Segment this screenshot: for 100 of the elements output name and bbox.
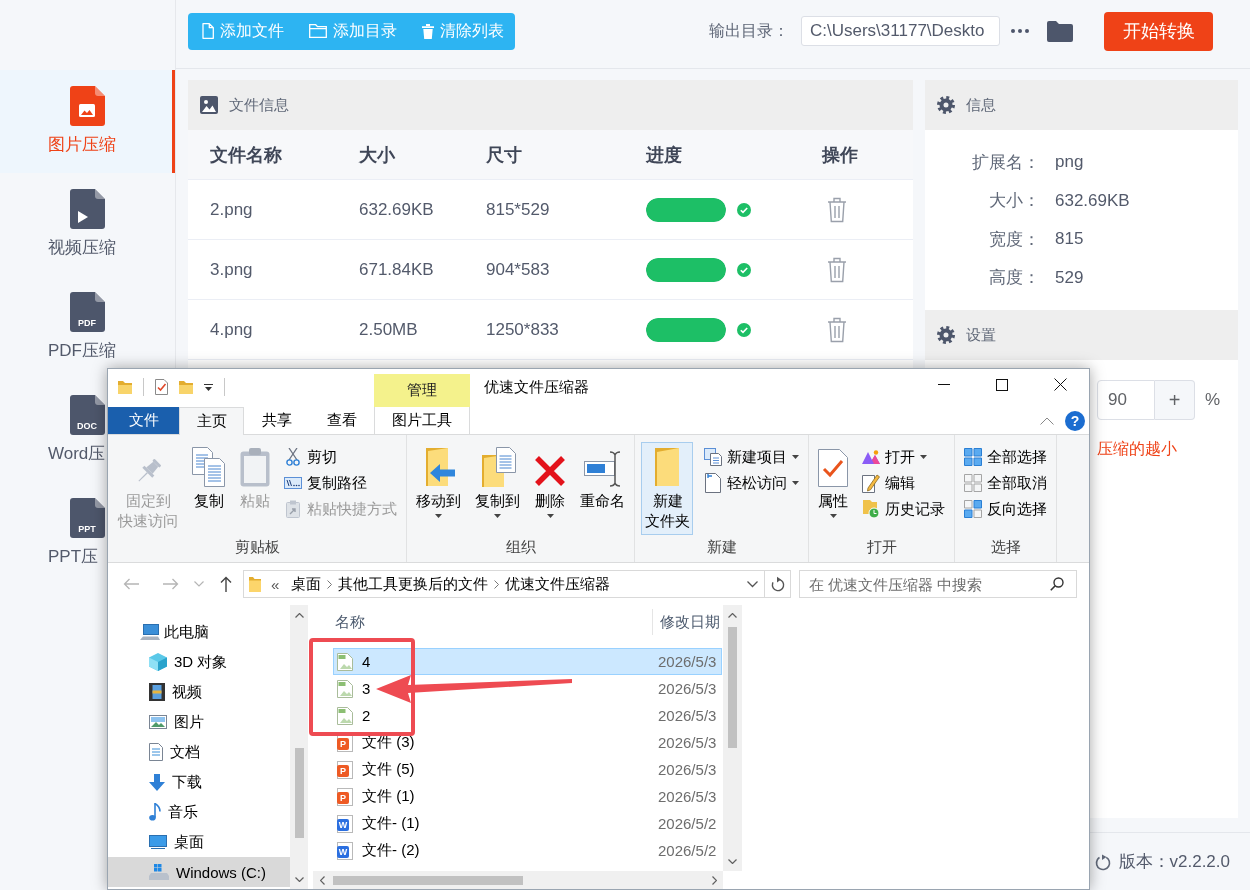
- history-button[interactable]: 历史记录: [859, 496, 948, 522]
- start-button[interactable]: 开始转换: [1104, 11, 1213, 51]
- address-bar[interactable]: « 桌面 其他工具更换后的文件 优速文件压缩器: [243, 570, 765, 598]
- check-document-icon[interactable]: [155, 379, 168, 395]
- documents-icon: [704, 448, 722, 466]
- chevron-right-icon[interactable]: [494, 579, 500, 589]
- chevron-down-icon[interactable]: [747, 580, 758, 588]
- sidebar-item[interactable]: PDF PDF压缩: [0, 276, 116, 379]
- ribbon-tab[interactable]: 查看: [309, 407, 374, 434]
- file-row[interactable]: 2 2026/5/3: [333, 702, 722, 729]
- output-label: 输出目录：: [709, 20, 789, 41]
- forward-arrow-icon[interactable]: [163, 578, 179, 590]
- maximize-icon: [996, 378, 1008, 391]
- table-cell-text: 632.69KB: [359, 199, 435, 220]
- scrollbar-thumb[interactable]: [294, 748, 304, 838]
- scrollbar-thumb[interactable]: [333, 875, 523, 885]
- increase-button[interactable]: +: [1155, 380, 1195, 420]
- sidebar-item[interactable]: 图片压缩: [0, 70, 175, 173]
- clipboard-icon: [240, 447, 270, 487]
- scrollbar[interactable]: [313, 871, 723, 889]
- ribbon-tab[interactable]: 主页: [179, 407, 244, 435]
- caret-up-icon: [728, 612, 737, 618]
- ribbon-group-label: 新建: [705, 537, 738, 557]
- select-all-button[interactable]: 全部选择: [961, 444, 1050, 470]
- breadcrumb-overflow[interactable]: «: [261, 575, 286, 593]
- trash-icon[interactable]: [827, 256, 847, 283]
- music-note-icon: [149, 803, 161, 821]
- search-field[interactable]: 在 优速文件压缩器 中搜索: [799, 570, 1077, 598]
- labeled-file-icon: PDF: [70, 292, 105, 332]
- film-icon: [149, 683, 165, 701]
- path-icon: [284, 477, 302, 489]
- caret-down-icon[interactable]: [204, 383, 213, 391]
- copy-button[interactable]: 复制: [189, 442, 229, 515]
- trash-icon[interactable]: [827, 196, 847, 223]
- breadcrumb[interactable]: 优速文件压缩器: [499, 574, 617, 594]
- field-label: 宽度：: [988, 228, 1040, 251]
- scrollbar[interactable]: [723, 605, 742, 871]
- file-row[interactable]: P 文件 (3) 2026/5/3: [333, 729, 722, 756]
- file-row[interactable]: P 文件 (1) 2026/5/3: [333, 783, 722, 810]
- ribbon-group-label: 打开: [865, 537, 898, 557]
- nav-item[interactable]: Windows (C:): [108, 857, 290, 887]
- cut-button[interactable]: 剪切: [281, 444, 400, 470]
- file-row[interactable]: W 文件- (1) 2026/5/2: [333, 810, 722, 837]
- file-row[interactable]: W 文件- (2) 2026/5/2: [333, 837, 722, 864]
- chevron-right-icon[interactable]: [327, 579, 333, 589]
- output-path-field[interactable]: C:\Users\31177\Deskto: [801, 16, 1000, 46]
- panel-title: 信息: [966, 95, 996, 115]
- refresh-button[interactable]: [765, 570, 791, 598]
- nav-item[interactable]: 桌面: [108, 827, 290, 857]
- copy-to-button[interactable]: 复制到: [472, 442, 523, 522]
- select-none-button[interactable]: 全部取消: [961, 470, 1050, 496]
- move-to-button[interactable]: 移动到: [413, 442, 464, 522]
- nav-item[interactable]: 文档: [108, 737, 290, 767]
- modified-date: 2026/5/3: [658, 680, 718, 697]
- copy-path-button[interactable]: 复制路径: [281, 470, 400, 496]
- nav-item[interactable]: 此电脑: [108, 617, 290, 647]
- breadcrumb[interactable]: 桌面: [285, 574, 328, 594]
- gear-icon: [937, 326, 955, 344]
- file-row[interactable]: 4 2026/5/3: [333, 648, 722, 675]
- back-arrow-icon[interactable]: [123, 578, 139, 590]
- new-item-button[interactable]: 新建项目: [701, 444, 802, 470]
- rename-button[interactable]: 重命名: [577, 442, 628, 515]
- delete-button[interactable]: 删除: [531, 442, 569, 522]
- easy-access-button[interactable]: 轻松访问: [701, 470, 802, 496]
- nav-item[interactable]: 下载: [108, 767, 290, 797]
- ribbon-tab[interactable]: 共享: [244, 407, 309, 434]
- column-header[interactable]: 名称: [313, 609, 653, 635]
- trash-icon[interactable]: [827, 316, 847, 343]
- sidebar-item[interactable]: DOC Word压: [0, 379, 106, 482]
- table-cell-text: 904*583: [486, 259, 551, 280]
- nav-item[interactable]: 音乐: [108, 797, 290, 827]
- table-cell-text: 4.png: [210, 319, 254, 340]
- file-row[interactable]: P 文件 (5) 2026/5/3: [333, 756, 722, 783]
- nav-item[interactable]: 视频: [108, 677, 290, 707]
- open-button[interactable]: 打开: [859, 444, 948, 470]
- sidebar-item[interactable]: PPT PPT压: [0, 482, 105, 585]
- properties-button[interactable]: 属性: [815, 442, 851, 522]
- up-arrow-icon[interactable]: [220, 576, 232, 592]
- quality-field[interactable]: 90: [1097, 380, 1155, 420]
- grid-icon: [964, 448, 982, 466]
- folder-icon[interactable]: [1047, 20, 1073, 42]
- invert-selection-button[interactable]: 反向选择: [961, 496, 1050, 522]
- nav-item[interactable]: 图片: [108, 707, 290, 737]
- ribbon-tab[interactable]: 文件: [108, 407, 179, 434]
- refresh-icon[interactable]: [1094, 852, 1111, 871]
- new-folder-button[interactable]: 新建文件夹: [641, 442, 693, 535]
- chevron-up-icon[interactable]: [1040, 416, 1054, 425]
- edit-button[interactable]: 编辑: [859, 470, 948, 496]
- more-icon[interactable]: [1011, 29, 1029, 33]
- unit-label: %: [1205, 390, 1221, 410]
- nav-item[interactable]: 3D 对象: [108, 647, 290, 677]
- hint-text: 压缩的越小: [1097, 439, 1178, 459]
- scrollbar[interactable]: [290, 605, 308, 889]
- help-button[interactable]: ?: [1065, 410, 1085, 431]
- sidebar-item[interactable]: 视频压缩: [0, 173, 116, 276]
- breadcrumb[interactable]: 其他工具更换后的文件: [332, 574, 495, 594]
- scrollbar-thumb[interactable]: [728, 627, 737, 748]
- image-icon: [200, 96, 218, 114]
- file-row[interactable]: 3 2026/5/3: [333, 675, 722, 702]
- column-header[interactable]: 修改日期: [653, 612, 720, 632]
